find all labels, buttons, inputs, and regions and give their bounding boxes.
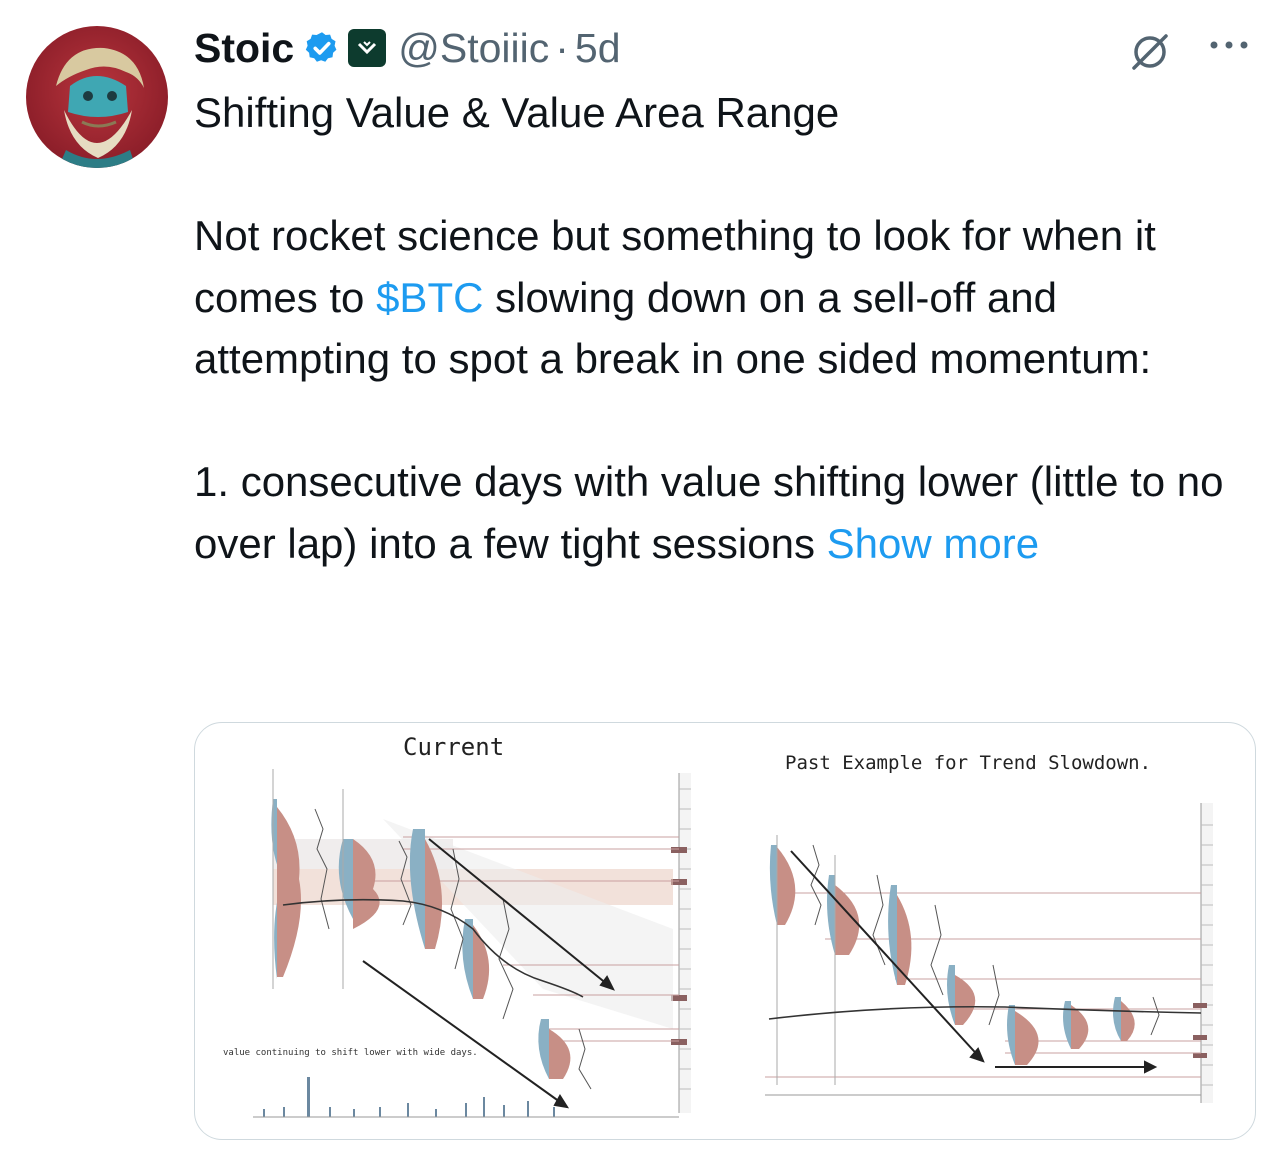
tweet-paragraph-2: 1. consecutive days with value shifting … [194,451,1234,574]
tweet-title-line: Shifting Value & Value Area Range [194,89,840,136]
affiliate-badge-icon[interactable] [348,29,387,67]
paragraph-2-text: 1. consecutive days with value shifting … [194,458,1224,567]
author-handle[interactable]: @Stoiiic [398,25,549,72]
separator-dot: · [555,24,569,71]
timestamp[interactable]: 5d [575,25,621,72]
show-more-link[interactable]: Show more [827,520,1039,567]
author-avatar[interactable] [26,26,168,168]
chart-image-current[interactable]: Current value continuing to shift lower … [203,729,723,1133]
tweet-text: Shifting Value & Value Area Range Not ro… [194,82,1234,574]
chart-title-past: Past Example for Trend Slowdown. [785,752,1151,774]
avatar-illustration [56,47,144,168]
tweet-media[interactable]: Current value continuing to shift lower … [194,722,1256,1140]
more-icon[interactable] [1204,30,1254,60]
tweet-paragraph-1: Not rocket science but something to look… [194,205,1234,390]
cashtag-link[interactable]: $BTC [376,274,483,321]
chart-title-current: Current [403,733,504,761]
chart-caption-current: value continuing to shift lower with wid… [223,1048,478,1058]
verified-badge-icon [306,32,337,62]
tweet-header: Stoic @Stoiiic · 5d [194,22,621,74]
chart-image-past-example[interactable]: Past Example for Trend Slowdown. [765,735,1249,1131]
grok-icon[interactable] [1128,30,1172,74]
author-name[interactable]: Stoic [194,25,294,72]
